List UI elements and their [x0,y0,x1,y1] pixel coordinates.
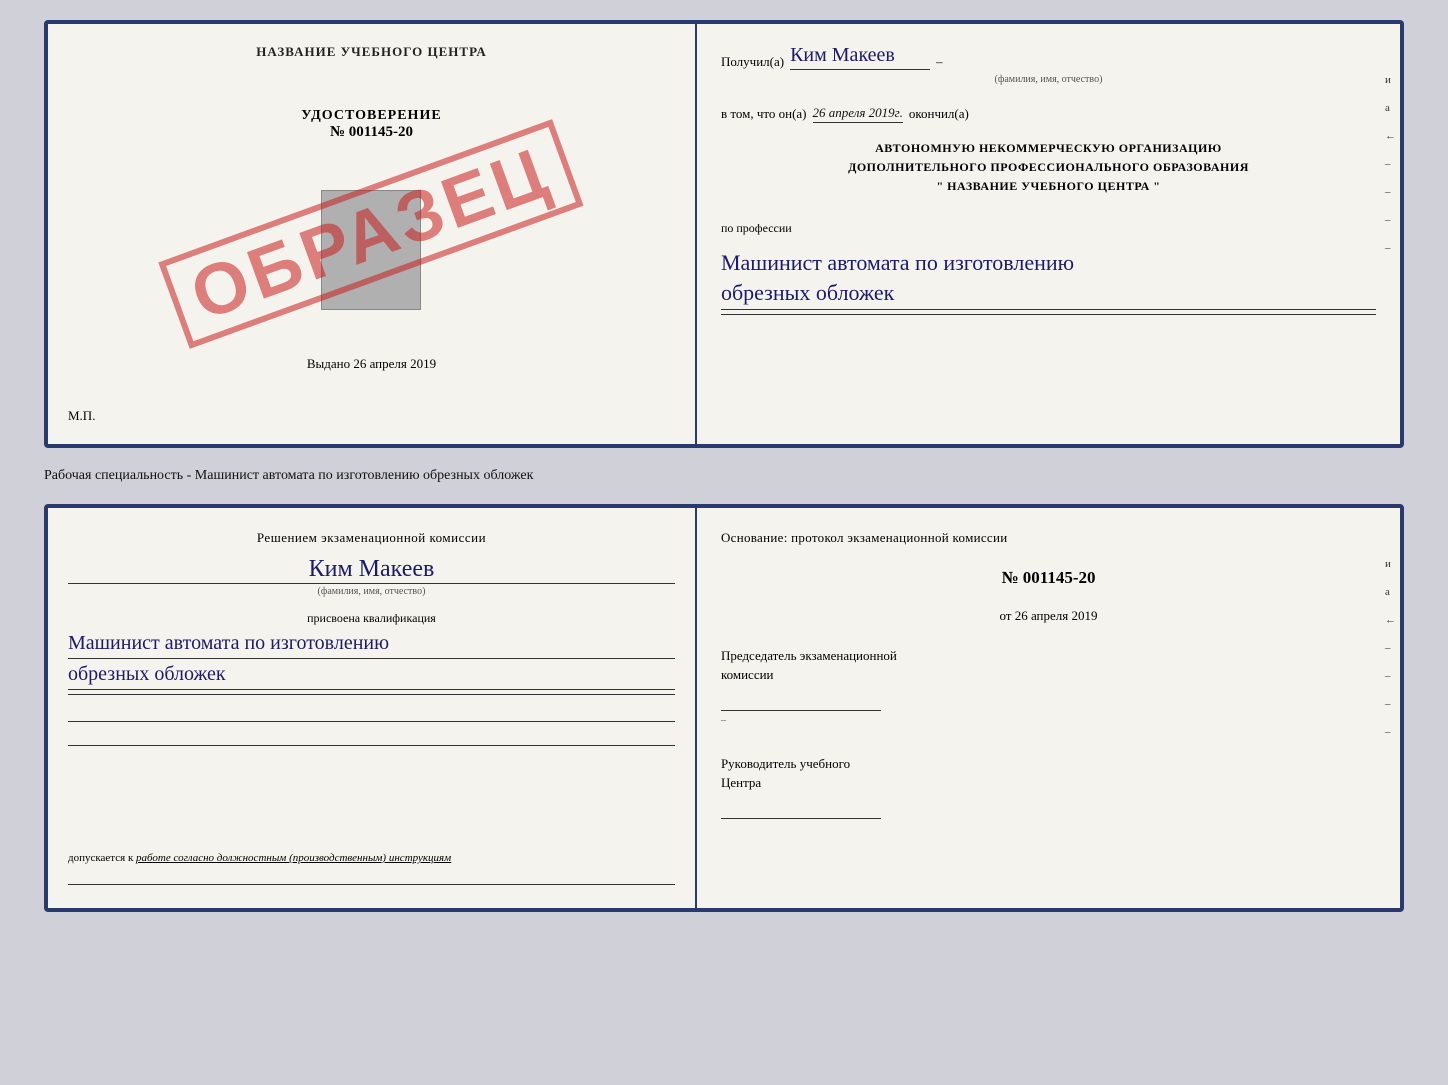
dopuskaetsya-prefix: допускается к [68,852,133,864]
rukovoditel-label2: Центра [721,773,1376,793]
udostoverenie-number: № 001145-20 [301,124,441,141]
profession-line1: Машинист автомата по изготовлению [721,250,1074,275]
org-block: АВТОНОМНУЮ НЕКОММЕРЧЕСКУЮ ОРГАНИЗАЦИЮ ДО… [721,139,1376,197]
ot-date: 26 апреля 2019 [1015,608,1098,623]
top-left-title: НАЗВАНИЕ УЧЕБНОГО ЦЕНТРА [256,44,487,60]
okoncil-label: окончил(а) [909,106,969,122]
poluchil-label: Получил(а) [721,54,784,70]
chairman-label2: комиссии [721,665,1376,685]
dopuskaetsya-text: работе согласно должностным (производств… [136,852,451,864]
fio-subtitle: (фамилия, имя, отчество) [721,74,1376,85]
commission-line1: Решением экзаменационной комиссии [257,530,486,545]
photo-placeholder [321,190,421,310]
udostoverenie-label: УДОСТОВЕРЕНИЕ [301,108,441,124]
dash1: – [936,54,943,70]
bottom-doc-left: Решением экзаменационной комиссии Ким Ма… [48,508,697,908]
chairman-label1: Председатель экзаменационной [721,646,1376,666]
ot-date-row: от 26 апреля 2019 [721,608,1376,624]
profession-line2: обрезных обложек [721,278,1376,310]
commission-text: Решением экзаменационной комиссии [68,528,675,548]
bottom-profession-line1: Машинист автомата по изготовлению [68,628,675,659]
dopuskaetsya-block: допускается к работе согласно должностны… [68,844,675,864]
rukovoditel-block: Руководитель учебного Центра [721,754,1376,819]
poluchil-row: Получил(а) Ким Макеев – [721,44,1376,70]
vydano-label: Выдано [307,356,350,371]
profession-block: Машинист автомата по изготовлению обрезн… [721,248,1376,316]
vydano-line: Выдано 26 апреля 2019 [307,356,436,372]
blank-line-3 [68,867,675,885]
bottom-recipient-name: Ким Макеев [68,556,675,583]
bottom-name-block: Ким Макеев (фамилия, имя, отчество) [68,556,675,597]
rukovoditel-label1: Руководитель учебного [721,754,1376,774]
org-line1: АВТОНОМНУЮ НЕКОММЕРЧЕСКУЮ ОРГАНИЗАЦИЮ [721,139,1376,158]
chairman-dash: – [721,713,1376,728]
bottom-fio-sub: (фамилия, имя, отчество) [68,583,675,597]
professiya-label: по профессии [721,221,1376,236]
side-marks-top: и а ← – – – – [1385,74,1396,254]
caption-line: Рабочая специальность - Машинист автомат… [44,464,1404,488]
vtom-prefix: в том, что он(а) [721,106,807,122]
osnov-text: Основание: протокол экзаменационной коми… [721,528,1376,548]
ot-prefix: от [999,608,1011,623]
bottom-profession-block: Машинист автомата по изготовлению обрезн… [68,628,675,695]
rukovoditel-sig-line [721,799,881,819]
bottom-profession-line2: обрезных обложек [68,659,675,690]
udostoverenie-block: УДОСТОВЕРЕНИЕ № 001145-20 [301,108,441,141]
chairman-block: Председатель экзаменационной комиссии – [721,646,1376,728]
prisvoena-label: присвоена квалификация [68,611,675,626]
bottom-number: № 001145-20 [721,568,1376,588]
vtom-row: в том, что он(а) 26 апреля 2019г. окончи… [721,105,1376,123]
side-marks-bottom: и а ← – – – – [1385,558,1396,738]
chairman-sig-line [721,691,881,711]
org-line2: ДОПОЛНИТЕЛЬНОГО ПРОФЕССИОНАЛЬНОГО ОБРАЗО… [721,158,1376,177]
top-document: НАЗВАНИЕ УЧЕБНОГО ЦЕНТРА УДОСТОВЕРЕНИЕ №… [44,20,1404,448]
org-line3: " НАЗВАНИЕ УЧЕБНОГО ЦЕНТРА " [721,177,1376,196]
bottom-doc-right: Основание: протокол экзаменационной коми… [697,508,1400,908]
recipient-name: Ким Макеев [790,44,930,70]
blank-line-1 [68,704,675,722]
top-doc-right: Получил(а) Ким Макеев – (фамилия, имя, о… [697,24,1400,444]
bottom-document: Решением экзаменационной комиссии Ким Ма… [44,504,1404,912]
vydano-date: 26 апреля 2019 [353,356,436,371]
mp-line: М.П. [68,408,95,424]
completed-date: 26 апреля 2019г. [813,105,903,123]
top-doc-left: НАЗВАНИЕ УЧЕБНОГО ЦЕНТРА УДОСТОВЕРЕНИЕ №… [48,24,697,444]
blank-line-2 [68,728,675,746]
